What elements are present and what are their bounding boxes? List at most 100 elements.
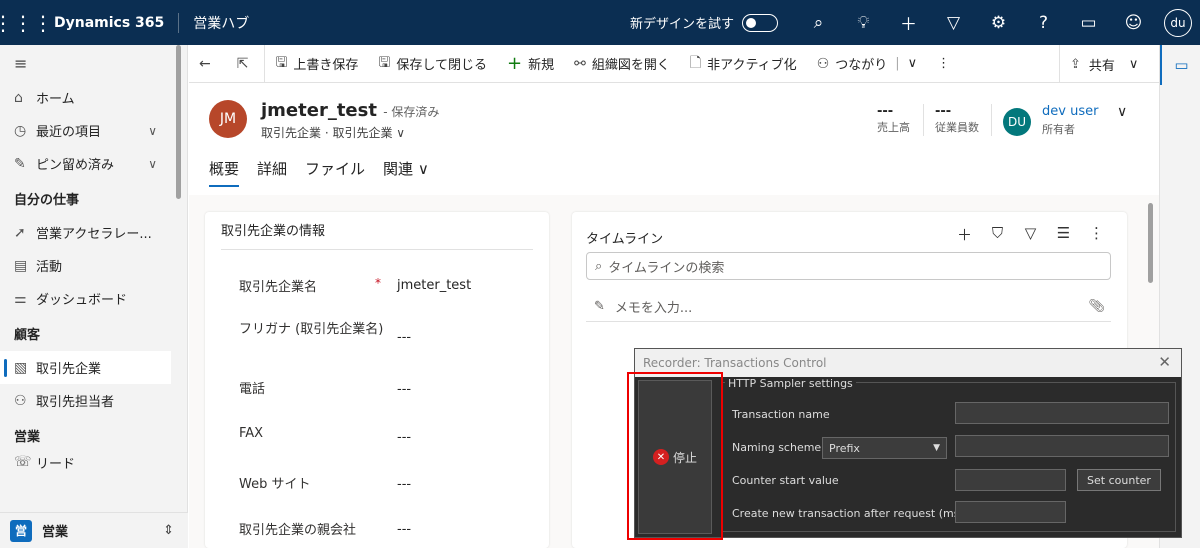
create-after-label: Create new transaction after request (ms… — [732, 507, 968, 520]
hub-title[interactable]: 営業ハブ — [179, 13, 249, 33]
pencil-icon: ✎ — [594, 299, 605, 314]
connect-button[interactable]: ⚇ つながり | ∨ — [807, 45, 927, 83]
tab-related[interactable]: 関連 ∨ — [383, 158, 429, 187]
main-scrollbar[interactable] — [1148, 203, 1153, 283]
more-icon[interactable]: ⋮ — [1080, 224, 1113, 245]
clock-icon: ◷ — [14, 122, 27, 139]
chevron-updown-icon[interactable]: ⇕ — [163, 523, 174, 538]
chevron-down-icon[interactable]: ∨ — [908, 56, 918, 71]
new-button[interactable]: + 新規 — [497, 45, 564, 83]
field-value-fax[interactable]: --- — [397, 430, 411, 445]
attachment-icon[interactable]: 📎︎ — [1088, 299, 1105, 314]
sidebar-item-sales-accelerator[interactable]: ➚ 営業アクセラレー... — [0, 216, 187, 249]
sidebar-item-activities[interactable]: ▤ 活動 — [0, 249, 187, 282]
sidebar-item-label: 最近の項目 — [36, 125, 102, 140]
divider — [991, 104, 992, 136]
dashboard-icon: ⚌ — [14, 290, 27, 307]
sidebar-item-dashboards[interactable]: ⚌ ダッシュボード — [0, 282, 187, 315]
save-close-button[interactable]: 🖫︎ 保存して閉じる — [368, 45, 497, 83]
lightbulb-icon[interactable]: 💡︎ — [841, 0, 886, 45]
sidebar-item-accounts[interactable]: ▧ 取引先企業 — [0, 351, 171, 384]
chevron-down-icon[interactable]: ∨ — [1129, 57, 1139, 72]
new-design-toggle[interactable] — [742, 13, 778, 32]
save-icon: 🖫︎ — [275, 54, 288, 71]
brand-title[interactable]: Dynamics 365 — [46, 12, 180, 33]
sidebar-scrollbar[interactable] — [176, 45, 181, 199]
account-info-section: 取引先企業の情報 取引先企業名 * jmeter_test フリガナ (取引先企… — [205, 212, 549, 548]
copilot-chat-icon[interactable]: ▭ — [1160, 45, 1200, 85]
field-value-website[interactable]: --- — [397, 477, 411, 492]
plus-icon[interactable]: ＋ — [886, 0, 931, 45]
timeline-search-input[interactable]: ⌕ タイムラインの検索 — [586, 252, 1111, 280]
note-placeholder: メモを入力... — [614, 301, 693, 316]
sidebar-item-label: 営業アクセラレー... — [36, 227, 152, 242]
tab-files[interactable]: ファイル — [305, 158, 365, 187]
sidebar-group-customers: 顧客 — [14, 327, 41, 343]
sidebar-item-recent[interactable]: ◷ 最近の項目 ∨ — [0, 114, 187, 147]
field-label-fax: FAX — [239, 426, 264, 441]
app-launcher-icon[interactable]: ⋮⋮⋮ — [0, 0, 53, 45]
field-value-phone[interactable]: --- — [397, 382, 411, 397]
share-button[interactable]: ⇪ 共有 ∨ — [1059, 45, 1159, 83]
chevron-down-icon[interactable]: ∨ — [396, 126, 405, 140]
hamburger-icon[interactable]: ≡ — [0, 45, 187, 81]
transaction-name-label: Transaction name — [732, 408, 830, 421]
counter-start-input[interactable] — [955, 469, 1066, 491]
person-assist-icon[interactable]: ☺ — [1111, 0, 1156, 45]
save-button[interactable]: 🖫︎ 上書き保存 — [265, 45, 368, 83]
deactivate-label: 非アクティブ化 — [707, 58, 797, 73]
create-after-input[interactable] — [955, 501, 1066, 523]
owner-name-link[interactable]: dev user — [1042, 104, 1098, 119]
chevron-down-icon[interactable]: ∨ — [1117, 104, 1127, 120]
clipboard-icon: ▤ — [14, 257, 28, 274]
kpi-label: 従業員数 — [935, 121, 979, 134]
open-new-window-button[interactable]: ⇱ — [227, 45, 265, 83]
chevron-down-icon[interactable]: ∨ — [148, 157, 157, 171]
plus-icon[interactable]: ＋ — [948, 224, 981, 245]
owner-avatar: DU — [1003, 108, 1031, 136]
sort-icon[interactable]: ☰ — [1047, 224, 1080, 245]
sidebar-item-pinned[interactable]: ✎ ピン留め済み ∨ — [0, 147, 187, 180]
tab-summary[interactable]: 概要 — [209, 158, 240, 187]
more-commands-icon[interactable]: ⋮ — [927, 45, 960, 83]
field-value-parent[interactable]: --- — [397, 522, 411, 537]
chat-icon[interactable]: ▭ — [1066, 0, 1111, 45]
org-chart-button[interactable]: ⚯ 組織図を開く — [564, 45, 680, 83]
area-switcher[interactable]: 営 営業 ⇕ — [0, 512, 188, 548]
bookmark-icon[interactable]: ⛉ — [981, 224, 1014, 245]
naming-scheme-select[interactable]: Prefix ▼ — [822, 437, 947, 459]
home-icon: ⌂ — [14, 89, 23, 106]
counter-start-label: Counter start value — [732, 474, 839, 487]
search-icon: ⌕ — [595, 258, 603, 274]
back-button[interactable]: ← — [189, 45, 227, 83]
note-input[interactable]: ✎ メモを入力... 📎︎ — [586, 292, 1111, 322]
transaction-name-input[interactable] — [955, 402, 1169, 424]
filter-icon[interactable]: ▽ — [931, 0, 976, 45]
tab-details[interactable]: 詳細 — [257, 158, 287, 187]
field-value-name[interactable]: jmeter_test — [397, 278, 471, 293]
sidebar-item-home[interactable]: ⌂ ホーム — [0, 81, 187, 114]
search-icon[interactable]: ⌕ — [796, 0, 841, 45]
set-counter-button[interactable]: Set counter — [1077, 469, 1161, 491]
help-icon[interactable]: ? — [1021, 0, 1066, 45]
record-entity[interactable]: 取引先企業 · 取引先企業 ∨ — [261, 124, 405, 141]
naming-value-input[interactable] — [955, 435, 1169, 457]
sidebar-item-contacts[interactable]: ⚇ 取引先担当者 — [0, 384, 187, 417]
dialog-title: Recorder: Transactions Control — [643, 356, 827, 370]
sidebar-item-leads[interactable]: ☏ リード — [0, 453, 187, 471]
select-value: Prefix — [829, 441, 860, 455]
filter-icon[interactable]: ▽ — [1014, 224, 1047, 245]
user-avatar[interactable]: du — [1164, 8, 1192, 37]
connect-label: つながり — [835, 58, 888, 73]
close-icon[interactable]: ✕ — [1158, 353, 1171, 371]
kpi-value: --- — [935, 104, 952, 119]
record-name: jmeter_test — [261, 100, 377, 121]
chevron-down-icon[interactable]: ∨ — [148, 124, 157, 138]
gear-icon[interactable]: ⚙ — [976, 0, 1021, 45]
group-legend: HTTP Sampler settings — [725, 377, 856, 390]
sidebar-item-label: ダッシュボード — [36, 293, 128, 308]
required-marker: * — [375, 276, 381, 290]
field-value-furigana[interactable]: --- — [397, 330, 411, 345]
people-icon: ⚇ — [816, 55, 830, 72]
deactivate-button[interactable]: 🗋︎ 非アクティブ化 — [680, 45, 807, 83]
